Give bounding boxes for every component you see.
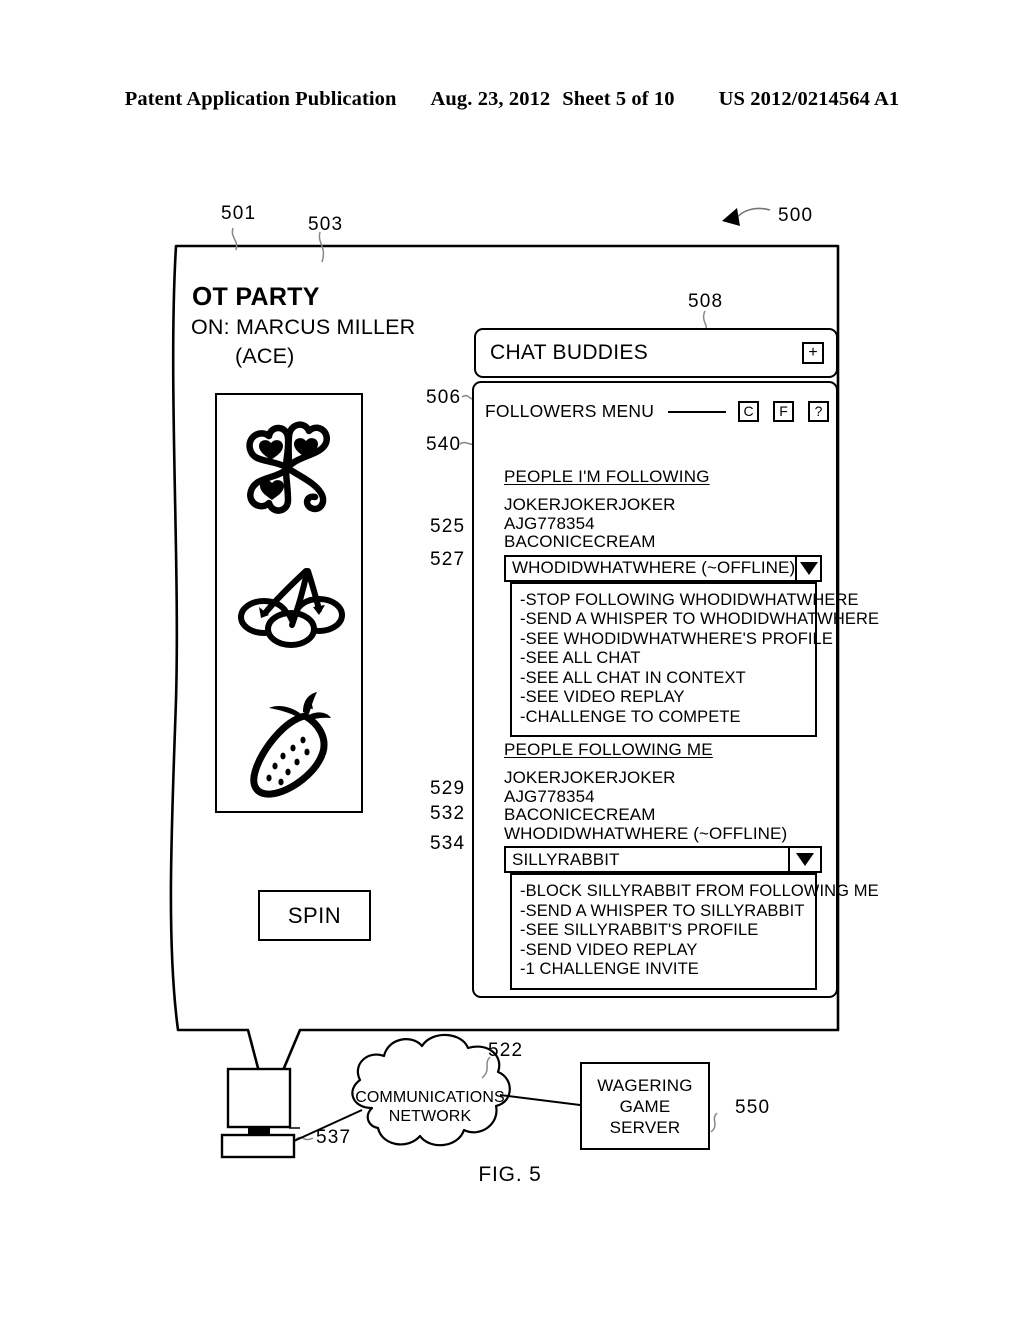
menu-item[interactable]: -SEND A WHISPER TO SILLYRABBIT <box>520 902 815 922</box>
spin-button-label: SPIN <box>287 902 342 928</box>
chevron-down-icon[interactable] <box>795 556 820 580</box>
following-context-menu: -STOP FOLLOWING WHODIDWHATWHERE -SEND A … <box>510 581 879 737</box>
people-im-following-heading: PEOPLE I'M FOLLOWING <box>504 467 710 486</box>
people-im-following-section: PEOPLE I'M FOLLOWING JOKERJOKERJOKER AJG… <box>504 467 879 737</box>
menu-item[interactable]: -BLOCK SILLYRABBIT FROM FOLLOWING ME <box>520 882 879 902</box>
figure-5: 501 503 500 508 506 540 521 525 527 536 … <box>0 0 1024 1320</box>
ref-501: 501 <box>221 203 257 224</box>
ref-537-leader <box>295 1136 314 1141</box>
followers-menu-label: FOLLOWERS MENU <box>485 400 655 421</box>
menu-item[interactable]: -STOP FOLLOWING WHODIDWHATWHERE <box>520 591 859 611</box>
people-im-following-list: JOKERJOKERJOKER AJG778354 BACONICECREAM <box>504 495 834 552</box>
followers-selected-label: SILLYRABBIT <box>512 849 620 869</box>
game-title: OT PARTY <box>192 281 320 312</box>
follow-button[interactable]: F <box>773 400 794 422</box>
wagering-game-server-box: WAGERING GAME SERVER <box>580 1062 710 1150</box>
menu-item[interactable]: -SEND VIDEO REPLAY <box>520 941 815 961</box>
spin-button[interactable]: SPIN <box>258 890 371 941</box>
chevron-down-icon[interactable] <box>788 848 820 871</box>
people-following-me-section: PEOPLE FOLLOWING ME JOKERJOKERJOKER AJG7… <box>504 740 879 990</box>
cherries-icon <box>238 568 345 648</box>
menu-item[interactable]: -SEE SILLYRABBIT'S PROFILE <box>520 921 815 941</box>
chat-buddies-title: CHAT BUDDIES <box>490 341 649 364</box>
followers-menu-rule <box>668 411 726 413</box>
menu-item[interactable]: -SEE ALL CHAT <box>520 649 815 669</box>
four-leaf-clover-icon <box>246 421 330 514</box>
people-following-me-list: JOKERJOKERJOKER AJG778354 BACONICECREAM … <box>504 768 834 844</box>
terminal-base <box>220 1133 296 1159</box>
list-item[interactable]: WHODIDWHATWHERE (~OFFLINE) <box>504 824 834 844</box>
slot-reel-window <box>215 393 363 813</box>
menu-item[interactable]: -SEND A WHISPER TO WHODIDWHATWHERE <box>520 610 879 630</box>
ref-550-leader <box>710 1112 718 1133</box>
ref-537: 537 <box>316 1127 352 1148</box>
menu-item[interactable]: -1 CHALLENGE INVITE <box>520 960 815 980</box>
menu-item[interactable]: -SEE WHODIDWHATWHERE'S PROFILE <box>520 630 833 650</box>
reel-symbol-slot-0 <box>217 413 365 533</box>
list-item[interactable]: JOKERJOKERJOKER <box>504 768 834 788</box>
strawberry-icon <box>250 692 331 798</box>
terminal-monitor <box>226 1067 292 1129</box>
clover-heart-3 <box>260 480 284 500</box>
people-following-me-heading: PEOPLE FOLLOWING ME <box>504 740 713 759</box>
ref-500-arrowhead <box>722 208 740 226</box>
server-label-line3: SERVER <box>609 1117 681 1137</box>
player-name-line: ON: MARCUS MILLER <box>191 315 416 339</box>
cloud-label-line2: NETWORK <box>388 1108 472 1125</box>
game-title-o: O <box>192 281 213 311</box>
ref-500-leader <box>735 207 771 220</box>
menu-item[interactable]: -CHALLENGE TO COMPETE <box>520 708 815 728</box>
network-server-link <box>499 1094 581 1106</box>
list-item[interactable]: BACONICECREAM <box>504 805 834 825</box>
ref-522: 522 <box>488 1040 524 1061</box>
list-item[interactable]: JOKERJOKERJOKER <box>504 495 834 515</box>
strawberry-body <box>250 712 328 798</box>
list-item[interactable]: BACONICECREAM <box>504 532 834 552</box>
menu-item[interactable]: -SEE VIDEO REPLAY <box>520 688 815 708</box>
ref-550: 550 <box>735 1097 771 1118</box>
ref-503: 503 <box>308 214 344 235</box>
game-title-rest: T PARTY <box>212 283 320 311</box>
cloud-label-line1: COMMUNICATIONS <box>355 1089 505 1106</box>
terminal-neck <box>248 1127 270 1135</box>
followers-menu-bar: FOLLOWERS MENU C F ? <box>485 399 829 423</box>
chat-button[interactable]: C <box>738 400 759 422</box>
figure-caption: FIG. 5 <box>478 1163 542 1186</box>
following-selected-dropdown[interactable]: WHODIDWHATWHERE (~OFFLINE) <box>504 554 822 582</box>
server-label-line2: GAME <box>619 1096 671 1116</box>
server-label-line1: WAGERING <box>597 1075 693 1095</box>
ref-500: 500 <box>778 205 814 226</box>
communications-network-label: COMMUNICATIONS NETWORK <box>352 1088 508 1126</box>
chat-buddies-panel: CHAT BUDDIES + <box>474 328 838 378</box>
followers-menu-buttons: C F ? <box>738 400 829 422</box>
player-rank-line: (ACE) <box>235 344 295 368</box>
menu-item[interactable]: -SEE ALL CHAT IN CONTEXT <box>520 669 815 689</box>
reel-symbol-slot-1 <box>217 555 365 655</box>
list-item[interactable]: AJG778354 <box>504 514 834 534</box>
followers-panel: FOLLOWERS MENU C F ? PEOPLE I'M FOLLOWIN… <box>472 381 879 998</box>
help-button[interactable]: ? <box>808 400 829 422</box>
following-selected-label: WHODIDWHATWHERE (~OFFLINE) <box>512 558 796 577</box>
reel-symbol-slot-2 <box>217 690 365 805</box>
add-buddy-button[interactable]: + <box>802 342 824 364</box>
list-item[interactable]: AJG778354 <box>504 787 834 807</box>
followers-selected-dropdown[interactable]: SILLYRABBIT <box>504 846 822 873</box>
followers-context-menu: -BLOCK SILLYRABBIT FROM FOLLOWING ME -SE… <box>510 873 879 990</box>
